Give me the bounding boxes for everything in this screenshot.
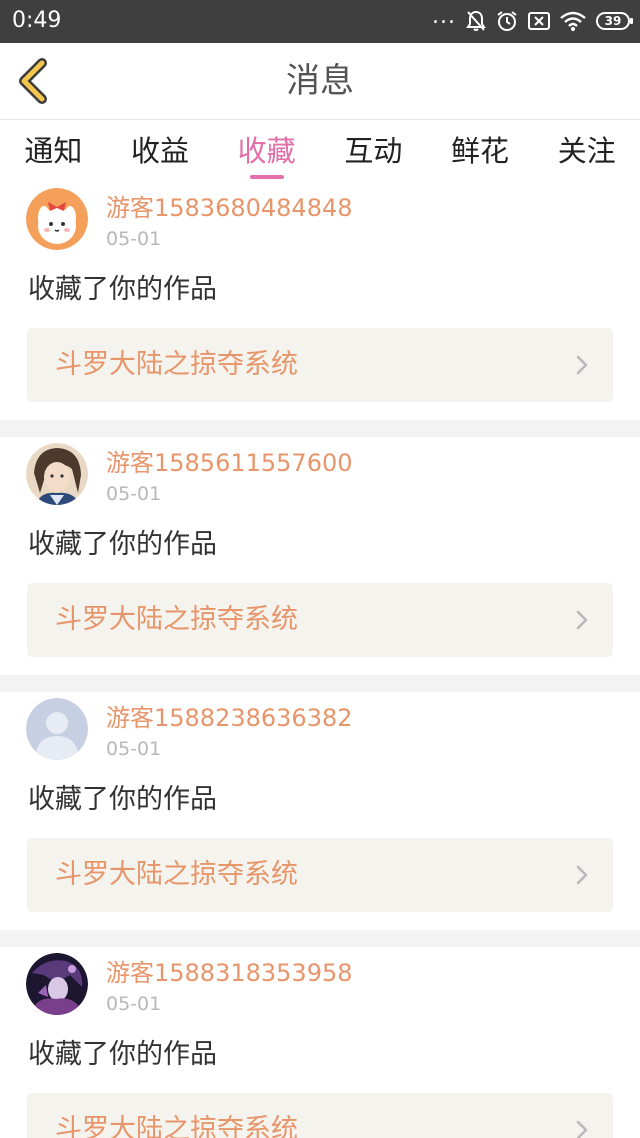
active-tab-indicator bbox=[249, 175, 284, 179]
tab-label: 互动 bbox=[344, 134, 403, 168]
cartoon-avatar-icon bbox=[26, 188, 88, 250]
username[interactable]: 游客1588318353958 bbox=[106, 959, 353, 987]
chevron-right-icon bbox=[576, 1120, 588, 1138]
action-text: 收藏了你的作品 bbox=[28, 529, 217, 560]
status-time: 0:49 bbox=[12, 8, 62, 33]
work-link[interactable]: 斗罗大陆之掠夺系统 bbox=[27, 1093, 613, 1138]
message-list[interactable]: 游客1583680484848 05-01 收藏了你的作品 斗罗大陆之掠夺系统 … bbox=[0, 182, 640, 1138]
tab-label: 关注 bbox=[557, 134, 616, 168]
tab-favorites[interactable]: 收藏 bbox=[213, 120, 320, 182]
message-date: 05-01 bbox=[106, 483, 162, 505]
action-text: 收藏了你的作品 bbox=[28, 784, 217, 815]
status-icons: ... 39 bbox=[432, 4, 633, 33]
message-card: 游客1588238636382 05-01 收藏了你的作品 斗罗大陆之掠夺系统 bbox=[0, 692, 640, 930]
anime-character-avatar-icon bbox=[26, 953, 88, 1015]
work-link[interactable]: 斗罗大陆之掠夺系统 bbox=[27, 583, 613, 657]
work-title: 斗罗大陆之掠夺系统 bbox=[55, 859, 298, 890]
work-title: 斗罗大陆之掠夺系统 bbox=[55, 604, 298, 635]
wifi-icon bbox=[560, 11, 586, 31]
page-title: 消息 bbox=[286, 61, 354, 101]
work-link[interactable]: 斗罗大陆之掠夺系统 bbox=[27, 328, 613, 402]
work-link[interactable]: 斗罗大陆之掠夺系统 bbox=[27, 838, 613, 912]
message-date: 05-01 bbox=[106, 228, 162, 250]
avatar[interactable] bbox=[26, 188, 88, 250]
action-text: 收藏了你的作品 bbox=[28, 1039, 217, 1070]
work-title: 斗罗大陆之掠夺系统 bbox=[55, 1114, 298, 1138]
message-card: 游客1585611557600 05-01 收藏了你的作品 斗罗大陆之掠夺系统 bbox=[0, 437, 640, 675]
alarm-icon bbox=[496, 10, 518, 32]
notifications-off-icon bbox=[466, 10, 486, 32]
message-card: 游客1588318353958 05-01 收藏了你的作品 斗罗大陆之掠夺系统 bbox=[0, 947, 640, 1138]
avatar[interactable] bbox=[26, 698, 88, 760]
message-date: 05-01 bbox=[106, 993, 162, 1015]
username[interactable]: 游客1583680484848 bbox=[106, 194, 353, 222]
avatar[interactable] bbox=[26, 953, 88, 1015]
tab-label: 通知 bbox=[24, 134, 83, 168]
more-notifications-dots: ... bbox=[432, 4, 456, 29]
message-card: 游客1583680484848 05-01 收藏了你的作品 斗罗大陆之掠夺系统 bbox=[0, 182, 640, 420]
battery-icon: 39 bbox=[596, 12, 633, 30]
chevron-right-icon bbox=[576, 610, 588, 630]
tab-interactions[interactable]: 互动 bbox=[320, 120, 427, 182]
username[interactable]: 游客1585611557600 bbox=[106, 449, 353, 477]
username[interactable]: 游客1588238636382 bbox=[106, 704, 353, 732]
action-text: 收藏了你的作品 bbox=[28, 274, 217, 305]
sim-off-icon bbox=[528, 11, 550, 31]
tab-bar: 通知 收益 收藏 互动 鲜花 关注 bbox=[0, 120, 640, 182]
tab-follows[interactable]: 关注 bbox=[533, 120, 640, 182]
tab-label: 鲜花 bbox=[451, 134, 510, 168]
default-user-avatar-icon bbox=[26, 698, 88, 760]
avatar[interactable] bbox=[26, 443, 88, 505]
anime-character-avatar-icon bbox=[26, 443, 88, 505]
tab-notifications[interactable]: 通知 bbox=[0, 120, 107, 182]
status-bar: 0:49 ... 39 bbox=[0, 0, 640, 43]
tab-label: 收益 bbox=[131, 134, 190, 168]
chevron-right-icon bbox=[576, 355, 588, 375]
tab-label: 收藏 bbox=[237, 134, 296, 168]
tab-flowers[interactable]: 鲜花 bbox=[427, 120, 534, 182]
message-date: 05-01 bbox=[106, 738, 162, 760]
work-title: 斗罗大陆之掠夺系统 bbox=[55, 349, 298, 380]
tab-earnings[interactable]: 收益 bbox=[107, 120, 214, 182]
header: 消息 bbox=[0, 43, 640, 120]
chevron-right-icon bbox=[576, 865, 588, 885]
